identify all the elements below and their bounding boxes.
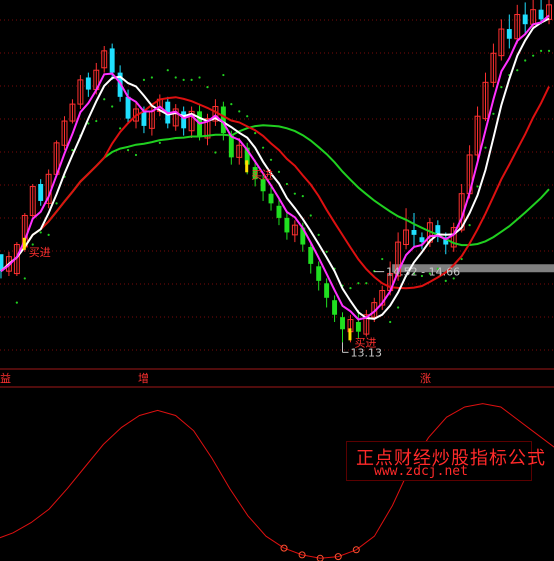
- trailing-dot: [293, 192, 296, 195]
- candle-body: [125, 96, 131, 119]
- candle-body: [411, 230, 417, 235]
- watermark: 正点财经炒股指标公式 www.zdcj.net: [346, 441, 545, 481]
- trailing-dot: [158, 141, 161, 144]
- candle-body: [355, 322, 361, 332]
- trailing-dot: [23, 277, 26, 280]
- annotation-range: 14.52 - 14.66: [386, 266, 460, 279]
- candle-body: [316, 266, 322, 281]
- axis-label-left: 益: [0, 371, 11, 385]
- trailing-dot: [381, 257, 384, 261]
- trailing-dot: [222, 73, 225, 77]
- trailing-dot: [39, 231, 42, 234]
- trailing-dot: [238, 110, 241, 113]
- candle-body: [538, 9, 544, 20]
- trailing-dot: [444, 279, 447, 282]
- trailing-dot: [389, 320, 392, 324]
- trailing-dot: [246, 115, 249, 118]
- trailing-dot: [198, 76, 201, 79]
- trailing-dot: [134, 153, 138, 157]
- trailing-dot: [500, 86, 503, 89]
- trailing-dot: [484, 146, 487, 149]
- watermark-url: www.zdcj.net: [374, 464, 468, 479]
- trailing-dot: [15, 301, 18, 304]
- trailing-dot: [468, 224, 471, 227]
- trailing-dot: [47, 233, 50, 236]
- trailing-dot: [516, 69, 519, 72]
- candle-body: [38, 184, 44, 201]
- trailing-dot: [492, 112, 495, 115]
- trailing-dot: [190, 78, 193, 81]
- trailing-dot: [269, 158, 273, 161]
- trailing-dot: [539, 49, 543, 52]
- trailing-dot: [357, 282, 360, 285]
- candle-body: [85, 77, 91, 90]
- axis-label-right: 涨: [420, 372, 431, 385]
- candle-body: [181, 111, 187, 129]
- candle-body: [284, 217, 290, 233]
- trailing-dot: [547, 49, 551, 52]
- buy-marker-bar: [22, 237, 26, 250]
- oscillator: [0, 403, 554, 561]
- trailing-dot: [111, 105, 114, 108]
- annotation-low: 13.13: [351, 346, 383, 359]
- candle-body: [228, 135, 234, 158]
- trailing-dot: [349, 287, 352, 290]
- trailing-dot: [166, 69, 169, 72]
- candle-body: [268, 193, 274, 204]
- candle-body: [276, 205, 282, 218]
- candle-body: [109, 48, 115, 73]
- trailing-dot: [150, 76, 153, 79]
- trailing-dot: [119, 127, 122, 130]
- candle-body: [308, 246, 314, 264]
- trailing-dot: [230, 103, 233, 106]
- trailing-dot: [365, 282, 368, 285]
- trailing-dot: [103, 98, 106, 101]
- trailing-dot: [309, 214, 312, 217]
- candle-body: [141, 111, 147, 126]
- trailing-dot: [182, 78, 185, 81]
- trailing-dot: [325, 250, 328, 253]
- trailing-dot: [174, 76, 177, 79]
- buy-marker-label: 买进: [29, 246, 51, 259]
- candle-body: [506, 29, 512, 39]
- trailing-dot: [524, 59, 527, 62]
- candle-body: [332, 300, 338, 315]
- buy-marker-bar: [348, 328, 352, 341]
- trailing-dot: [206, 86, 209, 89]
- trailing-dot: [214, 151, 217, 154]
- trailing-dot: [261, 146, 265, 149]
- candle-body: [340, 317, 345, 330]
- trailing-dot: [397, 306, 400, 309]
- trailing-dot: [126, 149, 130, 152]
- candle-body: [419, 237, 425, 243]
- trailing-dot: [254, 132, 257, 135]
- candle-body: [324, 283, 330, 298]
- trailing-dot: [532, 54, 535, 57]
- trailing-dot: [301, 195, 304, 198]
- trailing-dot: [277, 170, 281, 173]
- axis-label-mid: 增: [138, 371, 149, 385]
- candle-body: [522, 14, 528, 25]
- trailing-dot: [55, 202, 58, 205]
- trailing-dot: [95, 119, 98, 123]
- buy-marker-bar: [245, 160, 249, 173]
- trailing-dot: [476, 185, 479, 188]
- trailing-dot: [317, 233, 320, 236]
- trailing-dot: [142, 78, 146, 81]
- trailing-dot: [285, 182, 289, 186]
- buy-marker-label: 买进: [251, 168, 273, 181]
- candles: [0, 0, 552, 343]
